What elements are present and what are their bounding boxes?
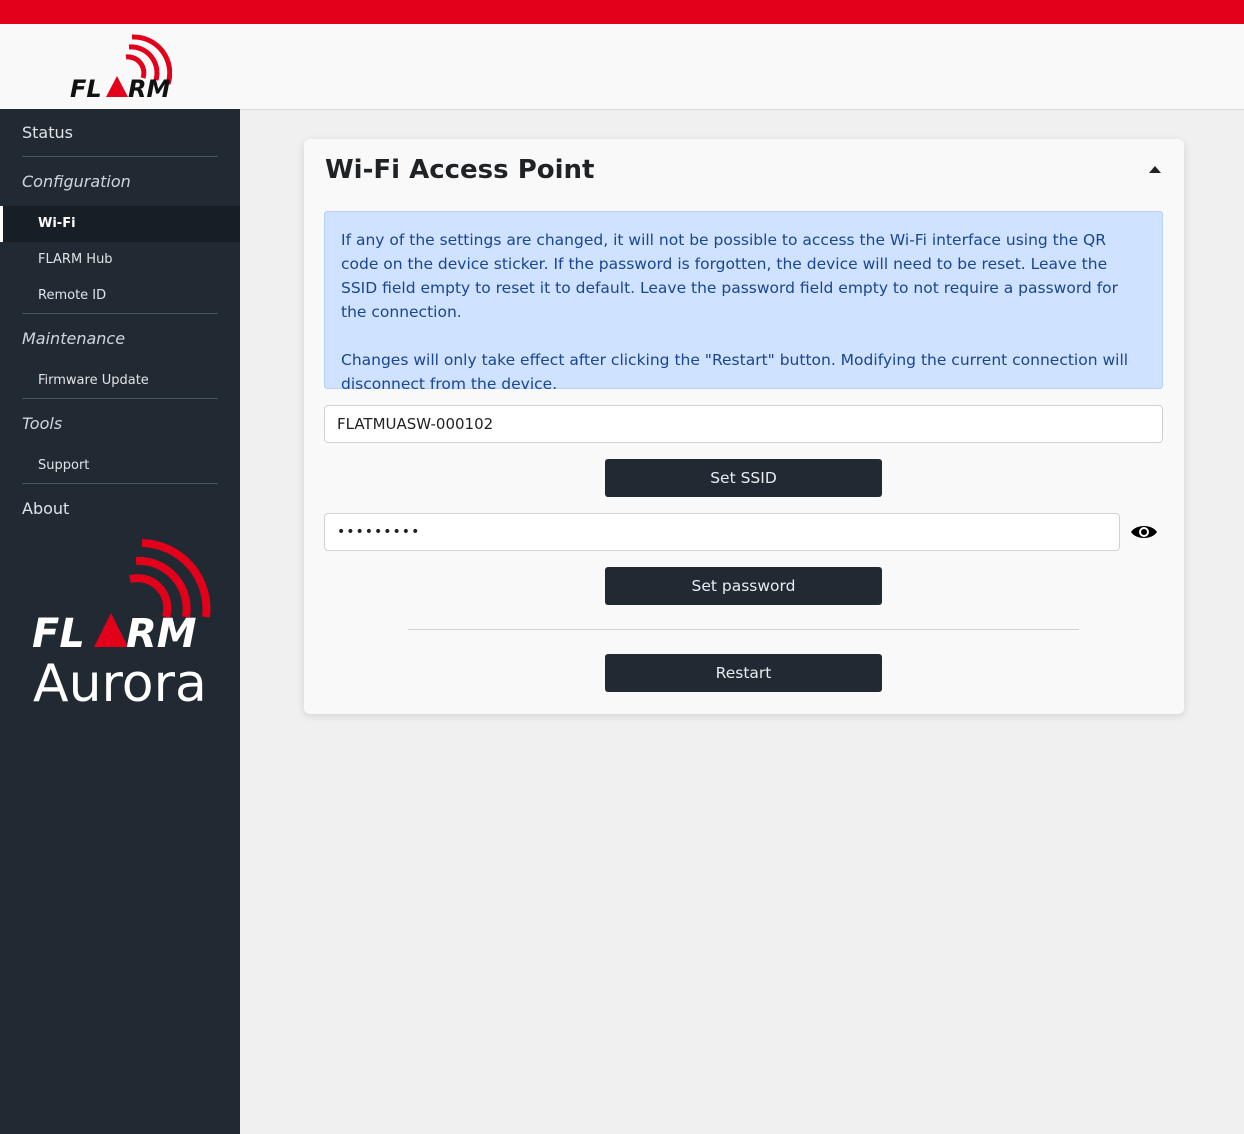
nav-about[interactable]: About: [22, 499, 69, 518]
sidebar: Status Configuration Wi-Fi FLARM Hub Rem…: [0, 109, 240, 1134]
nav-divider: [22, 156, 218, 157]
nav-section-configuration[interactable]: Configuration: [22, 172, 131, 191]
password-input[interactable]: [324, 513, 1120, 551]
alert-paragraph: If any of the settings are changed, it w…: [341, 231, 1119, 321]
wifi-access-point-card: Wi-Fi Access Point If any of the setting…: [304, 139, 1184, 714]
nav-item-flarm-hub[interactable]: FLARM Hub: [0, 242, 240, 278]
card-divider: [408, 629, 1079, 630]
caret-up-icon[interactable]: [1149, 165, 1161, 173]
flarm-aurora-logo: FL RM Aurora: [32, 539, 211, 709]
svg-text:RM: RM: [126, 611, 197, 657]
nav-item-remote-id[interactable]: Remote ID: [0, 278, 240, 314]
nav-divider: [22, 398, 218, 399]
nav-divider: [22, 313, 218, 314]
svg-text:FL: FL: [70, 75, 102, 100]
top-accent-bar: [0, 0, 1244, 24]
nav-item-wifi[interactable]: Wi-Fi: [0, 206, 240, 242]
nav-item-firmware-update[interactable]: Firmware Update: [0, 363, 240, 399]
nav-status[interactable]: Status: [22, 123, 73, 142]
svg-text:FL: FL: [32, 611, 85, 657]
nav-section-maintenance[interactable]: Maintenance: [22, 329, 125, 348]
card-title: Wi-Fi Access Point: [325, 155, 595, 185]
ssid-input[interactable]: [324, 405, 1163, 443]
eye-icon[interactable]: [1130, 521, 1158, 543]
flarm-logo: FL RM: [70, 34, 172, 100]
header: FL RM: [0, 24, 1244, 110]
nav-divider: [22, 483, 218, 484]
nav-item-support[interactable]: Support: [0, 448, 240, 484]
restart-button[interactable]: Restart: [605, 654, 882, 692]
svg-text:Aurora: Aurora: [33, 654, 207, 709]
set-ssid-button[interactable]: Set SSID: [605, 459, 882, 497]
info-alert: If any of the settings are changed, it w…: [324, 211, 1163, 393]
nav-section-tools[interactable]: Tools: [22, 414, 62, 433]
svg-text:RM: RM: [128, 75, 170, 100]
alert-paragraph: Changes will only take effect after clic…: [341, 351, 1129, 393]
set-password-button[interactable]: Set password: [605, 567, 882, 605]
